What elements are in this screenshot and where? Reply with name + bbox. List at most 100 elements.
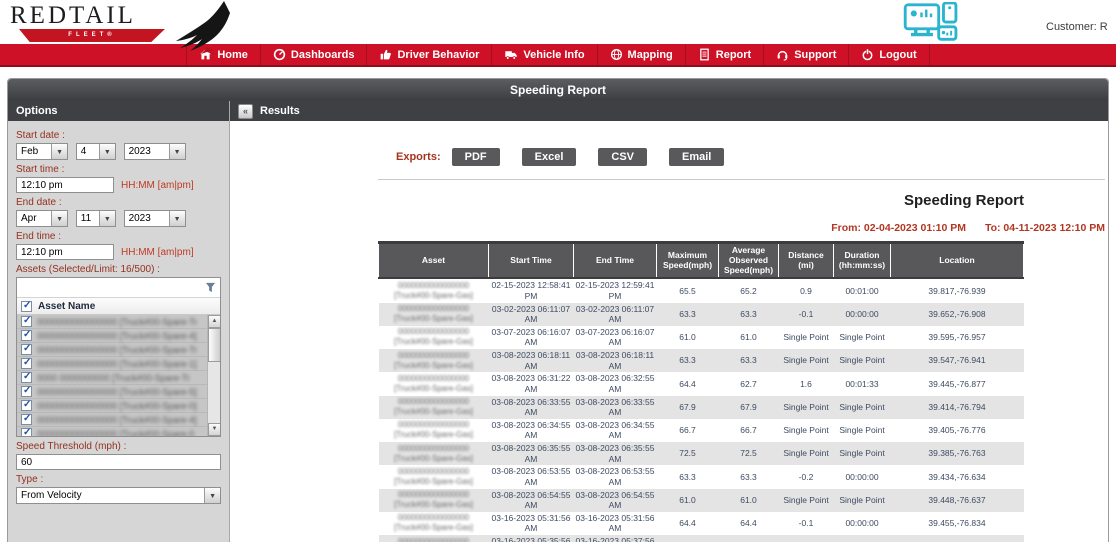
asset-checkbox[interactable]	[21, 386, 32, 397]
start-date-day-select[interactable]: 4	[76, 143, 116, 160]
start-time-input[interactable]	[16, 177, 114, 193]
type-label: Type :	[16, 474, 221, 485]
nav-item-dashboards[interactable]: Dashboards	[261, 44, 368, 65]
asset-row[interactable]: 0000000000000000 [Truck#00-Spare-Tr	[17, 343, 207, 357]
scrollbar-thumb[interactable]	[208, 328, 220, 362]
max-speed-cell: 72.5	[657, 442, 719, 465]
nav-item-driver-behavior[interactable]: Driver Behavior	[367, 44, 492, 65]
start-time-cell: 02-15-2023 12:58:41 PM	[489, 278, 574, 302]
avg-speed-cell: 63.8	[719, 535, 779, 542]
asset-checkbox[interactable]	[21, 330, 32, 341]
asset-checkbox[interactable]	[21, 372, 32, 383]
asset-list-scrollbar[interactable]	[207, 315, 220, 436]
type-select[interactable]: From Velocity	[16, 487, 221, 504]
location-cell: 39.652,-76.908	[891, 303, 1024, 326]
nav-item-vehicle-info[interactable]: Vehicle Info	[492, 44, 597, 65]
asset-cell: 0000000000000000 [Truck#00-Spare-Gas]	[379, 396, 489, 419]
avg-speed-cell: 66.7	[719, 419, 779, 442]
end-time-cell: 03-08-2023 06:54:55 AM	[574, 489, 657, 512]
asset-checkbox[interactable]	[21, 414, 32, 425]
asset-checkbox[interactable]	[21, 316, 32, 327]
asset-row[interactable]: 0000000000000000 [Truck#00-Spare-1]	[17, 357, 207, 371]
devices-dashboard-icon	[903, 2, 961, 51]
asset-row[interactable]: 0000000000000000 [Truck#00-Spare-5]	[17, 385, 207, 399]
max-speed-cell: 63.3	[657, 465, 719, 488]
table-row: 0000000000000000 [Truck#00-Spare-Gas] 03…	[379, 326, 1024, 349]
asset-checkbox[interactable]	[21, 400, 32, 411]
table-row: 0000000000000000 [Truck#00-Spare-Gas] 03…	[379, 489, 1024, 512]
logo-fleet-banner: FLEET®	[16, 29, 168, 42]
asset-row[interactable]: 0000000000000000 [Truck#00-Spare-4]	[17, 413, 207, 427]
start-date-month-select[interactable]: Feb	[16, 143, 68, 160]
duration-cell: Single Point	[834, 349, 891, 372]
funnel-icon	[205, 282, 216, 293]
export-csv-button[interactable]: CSV	[598, 148, 647, 166]
start-date-label: Start date :	[16, 130, 221, 141]
distance-cell: Single Point	[779, 419, 834, 442]
asset-cell: 0000000000000000 [Truck#00-Spare-Gas]	[379, 349, 489, 372]
scroll-down-icon[interactable]	[208, 423, 220, 436]
asset-row[interactable]: 0000000000000000 [Truck#00-Spare-4]	[17, 329, 207, 343]
scroll-up-icon[interactable]	[208, 315, 220, 328]
truck-icon	[504, 48, 518, 61]
asset-filter-input[interactable]	[17, 278, 200, 297]
column-header: Duration (hh:mm:ss)	[834, 243, 891, 279]
column-header: Asset	[379, 243, 489, 279]
asset-name: 0000000000000000 [Truck#00-Spare-5]	[37, 387, 197, 397]
end-date-month-select[interactable]: Apr	[16, 210, 68, 227]
end-time-label: End time :	[16, 231, 221, 242]
asset-filter-button[interactable]	[200, 278, 220, 297]
collapse-results-button[interactable]	[238, 104, 253, 119]
max-speed-cell: 64.4	[657, 535, 719, 542]
export-excel-button[interactable]: Excel	[522, 148, 577, 166]
asset-name: 0000000000000000 [Truck#00-Spare-Tr	[37, 317, 197, 327]
asset-row[interactable]: 0000000000000000 [Truck#00-Spare-Tr	[17, 315, 207, 329]
asset-checkbox[interactable]	[21, 358, 32, 369]
redtail-fleet-logo: REDTAIL FLEET®	[10, 3, 260, 59]
customer-label: Customer: R	[1046, 21, 1108, 33]
end-time-cell: 03-08-2023 06:18:11 AM	[574, 349, 657, 372]
max-speed-cell: 64.4	[657, 372, 719, 395]
nav-item-report[interactable]: Report	[686, 44, 764, 65]
export-email-button[interactable]: Email	[669, 148, 724, 166]
results-panel: Results Exports: PDFExcelCSVEmail Speedi…	[230, 101, 1108, 542]
nav-item-mapping[interactable]: Mapping	[598, 44, 686, 65]
asset-checkbox[interactable]	[21, 428, 32, 436]
asset-cell: 0000000000000000 [Truck#00-Spare-Gas]	[379, 419, 489, 442]
start-date-year-select[interactable]: 2023	[124, 143, 186, 160]
duration-cell: Single Point	[834, 489, 891, 512]
export-pdf-button[interactable]: PDF	[452, 148, 500, 166]
end-time-input[interactable]	[16, 244, 114, 260]
distance-cell: Single Point	[779, 489, 834, 512]
end-time-cell: 03-08-2023 06:32:55 AM	[574, 372, 657, 395]
distance-cell: -0.2	[779, 465, 834, 488]
location-cell: 39.445,-76.877	[891, 372, 1024, 395]
max-speed-cell: 67.9	[657, 396, 719, 419]
asset-cell: 0000000000000000 [Truck#00-Spare-Gas]	[379, 465, 489, 488]
options-panel: Options Start date : Feb 4 2023 Start ti…	[8, 101, 230, 542]
assets-label: Assets (Selected/Limit: 16/500) :	[16, 264, 221, 275]
max-speed-cell: 61.0	[657, 489, 719, 512]
nav-item-support[interactable]: Support	[764, 44, 849, 65]
asset-row[interactable]: 0000000000000000 [Truck#00-Spare-0	[17, 427, 207, 436]
distance-cell: -0.1	[779, 512, 834, 535]
asset-row[interactable]: 0000 0000000000 [Truck#00-Spare-Tr	[17, 371, 207, 385]
end-date-year-select[interactable]: 2023	[124, 210, 186, 227]
table-row: 0000000000000000 [Truck#00-Spare-Gas] 03…	[379, 372, 1024, 395]
avg-speed-cell: 62.7	[719, 372, 779, 395]
eagle-icon	[168, 1, 240, 64]
start-time-cell: 03-08-2023 06:54:55 AM	[489, 489, 574, 512]
asset-name: 0000000000000000 [Truck#00-Spare-4]	[37, 331, 197, 341]
start-time-cell: 03-08-2023 06:34:55 AM	[489, 419, 574, 442]
results-header: Results	[230, 101, 1108, 121]
asset-cell: 0000000000000000 [Truck#00-Spare-Gas]	[379, 512, 489, 535]
end-time-cell: 03-16-2023 05:31:56 AM	[574, 512, 657, 535]
asset-checkbox[interactable]	[21, 344, 32, 355]
select-all-assets-checkbox[interactable]	[21, 301, 32, 312]
speed-threshold-input[interactable]	[16, 454, 221, 470]
start-time-cell: 03-08-2023 06:35:55 AM	[489, 442, 574, 465]
asset-name: 0000000000000000 [Truck#00-Spare-0]	[37, 401, 197, 411]
asset-row[interactable]: 0000000000000000 [Truck#00-Spare-0]	[17, 399, 207, 413]
end-date-day-select[interactable]: 11	[76, 210, 116, 227]
avg-speed-cell: 72.5	[719, 442, 779, 465]
